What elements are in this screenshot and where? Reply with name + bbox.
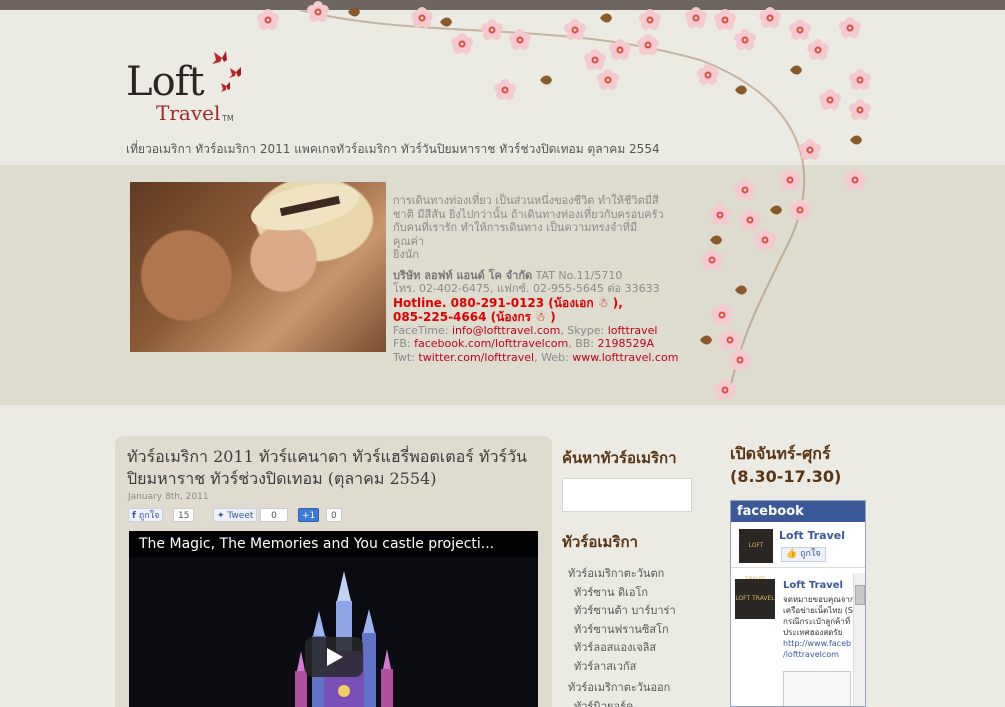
skype-label: , Skype: — [560, 323, 608, 337]
search-heading: ค้นหาทัวร์อเมริกา — [562, 449, 677, 467]
facebook-like-button[interactable]: f ถูกใจ — [128, 508, 164, 522]
sidebar-item-santa-barbara[interactable]: ทัวร์ซานต้า บาร์บาร่า — [568, 602, 708, 621]
logo-tm-text: TM — [222, 114, 234, 123]
search-input[interactable] — [562, 478, 692, 512]
tour-category-list: ทัวร์อเมริกาตะวันตก ทัวร์ซาน ดิเอโก ทัวร… — [568, 562, 708, 707]
video-player[interactable]: The Magic, The Memories and You castle p… — [129, 531, 538, 707]
post-avatar[interactable]: LOFT TRAVEL — [735, 579, 775, 619]
tat-number: TAT No.11/5710 — [532, 268, 623, 282]
facebook-widget: facebook LOFT TRAVEL Loft Travel 👍 ถูกใจ… — [730, 500, 866, 707]
like-label: ถูกใจ — [138, 511, 160, 521]
butterfly-icon — [212, 51, 241, 92]
skype-link[interactable]: lofttravel — [608, 324, 658, 337]
page-like-label: ถูกใจ — [800, 549, 821, 559]
plusone-button[interactable]: +1 — [298, 508, 320, 522]
facetime-link[interactable]: info@lofttravel.com — [452, 324, 560, 337]
facebook-divider — [731, 567, 865, 568]
facebook-post-author[interactable]: Loft Travel — [783, 580, 843, 591]
intro-paragraph: การเดินทางท่องเที่ยว เป็นส่วนหนึ่งของชีว… — [393, 194, 665, 262]
post-line: จดหมายขอบคุณจาก — [783, 595, 855, 604]
facebook-post-text: จดหมายขอบคุณจาก เครือข่ายเน็ตไทย (S กรณี… — [783, 594, 855, 660]
sidebar-item-east[interactable]: ทัวร์อเมริกาตะวันออก — [568, 679, 708, 698]
hotline-1: Hotline. 080-291-0123 (น้องเอก ☃ ), — [393, 295, 623, 310]
sidebar-item-new-york[interactable]: ทัวร์นิวยอร์ค — [568, 698, 708, 707]
office-hours: เปิดจันทร์-ศุกร์ (8.30-17.30) — [730, 442, 841, 488]
intro-line: การเดินทางท่องเที่ยว เป็นส่วนหนึ่งของชีว… — [393, 194, 659, 207]
logo-main-text: Loft — [126, 59, 205, 105]
facebook-page-like-button[interactable]: 👍 ถูกใจ — [781, 547, 826, 562]
sidebar-item-san-francisco[interactable]: ทัวร์ซานฟรานซิสโก — [568, 621, 708, 640]
post-line: เครือข่ายเน็ตไทย (S — [783, 606, 853, 615]
intro-line: ยิ่งนัก — [393, 248, 419, 261]
hotline-2: 085-225-4664 (น้องกร ☃ ) — [393, 309, 556, 324]
post-title[interactable]: ทัวร์อเมริกา 2011 ทัวร์แคนาดา ทัวร์แฮรี่… — [127, 446, 542, 490]
fb-line: FB: facebook.com/lofttravelcom, BB: 2198… — [393, 337, 665, 351]
facetime-label: FaceTime: — [393, 323, 452, 337]
video-title[interactable]: The Magic, The Memories and You castle p… — [129, 531, 538, 557]
company-line: บริษัท ลอฟท์ แอนด์ โค จำกัด TAT No.11/57… — [393, 269, 665, 283]
site-tagline: เที่ยวอเมริกา ทัวร์อเมริกา 2011 แพคเกจทั… — [126, 142, 660, 156]
facebook-post-image[interactable] — [783, 671, 851, 706]
site-logo[interactable]: Loft Travel TM — [126, 51, 266, 129]
website-link[interactable]: www.lofttravel.com — [572, 351, 678, 364]
post-link[interactable]: http://www.faceb — [783, 638, 855, 649]
page-avatar[interactable]: LOFT TRAVEL — [739, 529, 773, 583]
top-bar — [0, 0, 1005, 10]
facebook-f-icon: f — [132, 511, 136, 521]
phone-line: โทร. 02-402-6475, แฟกซ์. 02-955-5645 ต่อ… — [393, 282, 660, 295]
sidebar-item-san-diego[interactable]: ทัวร์ซาน ดิเอโก — [568, 584, 708, 603]
facetime-line: FaceTime: info@lofttravel.com, Skype: lo… — [393, 324, 665, 338]
facebook-link[interactable]: facebook.com/lofttravelcom — [414, 337, 568, 350]
header: Loft Travel TM เที่ยวอเมริกา ทัวร์อเมริก… — [0, 10, 1005, 165]
facebook-page-name[interactable]: Loft Travel — [779, 529, 845, 542]
twt-label: Twt: — [393, 350, 419, 364]
tweet-button[interactable]: ✦ Tweet — [213, 508, 258, 522]
thumbs-up-icon: 👍 — [786, 549, 798, 559]
post-line: กรณีกระเป๋าลูกค้าที่ — [783, 617, 851, 626]
intro-line: กับคนที่เรารัก ทำให้การเดินทาง เป็นความท… — [393, 221, 638, 248]
play-button-icon[interactable] — [305, 637, 363, 677]
scrollbar-thumb[interactable] — [855, 585, 865, 605]
feature-text: การเดินทางท่องเที่ยว เป็นส่วนหนึ่งของชีว… — [393, 194, 678, 365]
company-name: บริษัท ลอฟท์ แอนด์ โค จำกัด — [393, 268, 533, 282]
plusone-count: 0 — [326, 508, 342, 522]
post-link[interactable]: /lofttravelcom — [783, 649, 855, 660]
intro-line: ชาติ มีสีสัน ยิ่งไปกว่านั้น ถ้าเดินทางท่… — [393, 207, 664, 221]
facebook-scrollbar[interactable] — [853, 573, 865, 706]
post-column: ทัวร์อเมริกา 2011 ทัวร์แคนาดา ทัวร์แฮรี่… — [115, 436, 552, 707]
logo-sub-text: Travel — [156, 101, 221, 125]
sidebar-item-west[interactable]: ทัวร์อเมริกาตะวันตก — [568, 565, 708, 584]
twitter-link[interactable]: twitter.com/lofttravel — [418, 351, 534, 364]
post-date: January 8th, 2011 — [128, 492, 209, 502]
like-count: 15 — [173, 508, 195, 522]
bb-pin: 2198529A — [597, 337, 655, 350]
twitter-bird-icon: ✦ — [217, 511, 225, 521]
twitter-line: Twt: twitter.com/lofttravel, Web: www.lo… — [393, 350, 678, 365]
post-line: ประเทศฮองสดรัย — [783, 628, 843, 637]
facebook-bar: facebook — [731, 501, 865, 522]
bb-label: , BB: — [568, 337, 598, 350]
hours-days: เปิดจันทร์-ศุกร์ — [730, 444, 831, 463]
feature-photo — [130, 182, 386, 352]
tour-list-heading: ทัวร์อเมริกา — [562, 533, 638, 551]
tweet-label: Tweet — [227, 511, 254, 521]
tweet-count: 0 — [260, 508, 288, 522]
feature-banner: การเดินทางท่องเที่ยว เป็นส่วนหนึ่งของชีว… — [0, 165, 1005, 405]
web-label: , Web: — [534, 350, 573, 364]
fb-label: FB: — [393, 337, 415, 350]
sidebar-item-las-vegas[interactable]: ทัวร์ลาสเวกัส — [568, 658, 708, 677]
social-bar: f ถูกใจ 15 ✦ Tweet 0 +1 0 — [128, 508, 548, 524]
hours-time: (8.30-17.30) — [730, 467, 842, 486]
sidebar-item-los-angeles[interactable]: ทัวร์ลอสแองเจลิส — [568, 639, 708, 658]
